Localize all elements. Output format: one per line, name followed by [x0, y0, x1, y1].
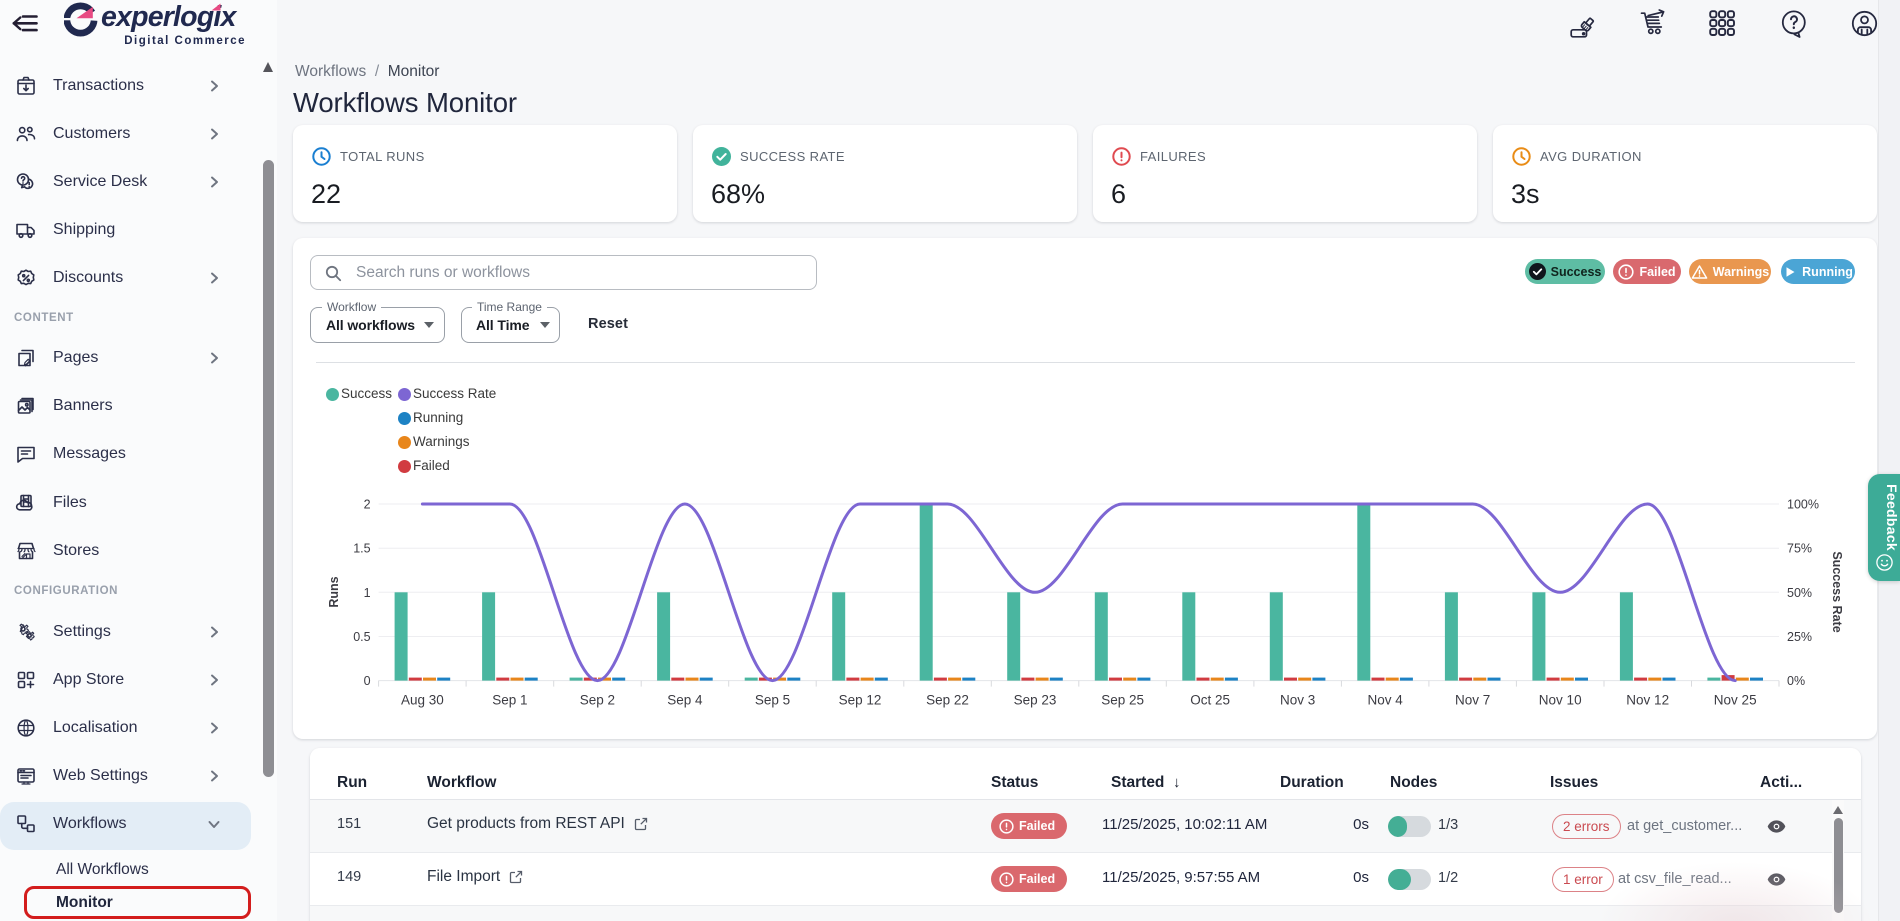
svg-text:100%: 100% [1787, 498, 1819, 512]
svg-text:Sep 22: Sep 22 [926, 693, 969, 708]
svg-text:Nov 3: Nov 3 [1280, 693, 1315, 708]
svg-text:Sep 5: Sep 5 [755, 693, 790, 708]
svg-text:75%: 75% [1787, 542, 1812, 556]
svg-text:Runs: Runs [327, 576, 341, 607]
svg-text:Nov 7: Nov 7 [1455, 693, 1490, 708]
svg-text:Nov 10: Nov 10 [1539, 693, 1582, 708]
svg-text:Sep 23: Sep 23 [1014, 693, 1057, 708]
svg-text:2: 2 [364, 498, 371, 512]
svg-text:1.5: 1.5 [353, 542, 370, 556]
svg-text:Sep 1: Sep 1 [492, 693, 527, 708]
svg-text:0.5: 0.5 [353, 630, 370, 644]
svg-text:Oct 25: Oct 25 [1190, 693, 1230, 708]
svg-text:Nov 25: Nov 25 [1714, 693, 1757, 708]
svg-text:1: 1 [364, 586, 371, 600]
svg-text:Aug 30: Aug 30 [401, 693, 444, 708]
svg-text:50%: 50% [1787, 586, 1812, 600]
svg-text:Sep 2: Sep 2 [580, 693, 615, 708]
svg-text:25%: 25% [1787, 630, 1812, 644]
svg-text:0%: 0% [1787, 674, 1805, 688]
svg-text:Nov 12: Nov 12 [1626, 693, 1669, 708]
svg-text:Sep 25: Sep 25 [1101, 693, 1144, 708]
svg-text:Success Rate: Success Rate [1830, 551, 1844, 632]
svg-text:0: 0 [364, 674, 371, 688]
svg-text:Nov 4: Nov 4 [1367, 693, 1403, 708]
svg-text:Sep 4: Sep 4 [667, 693, 703, 708]
svg-text:Sep 12: Sep 12 [839, 693, 882, 708]
